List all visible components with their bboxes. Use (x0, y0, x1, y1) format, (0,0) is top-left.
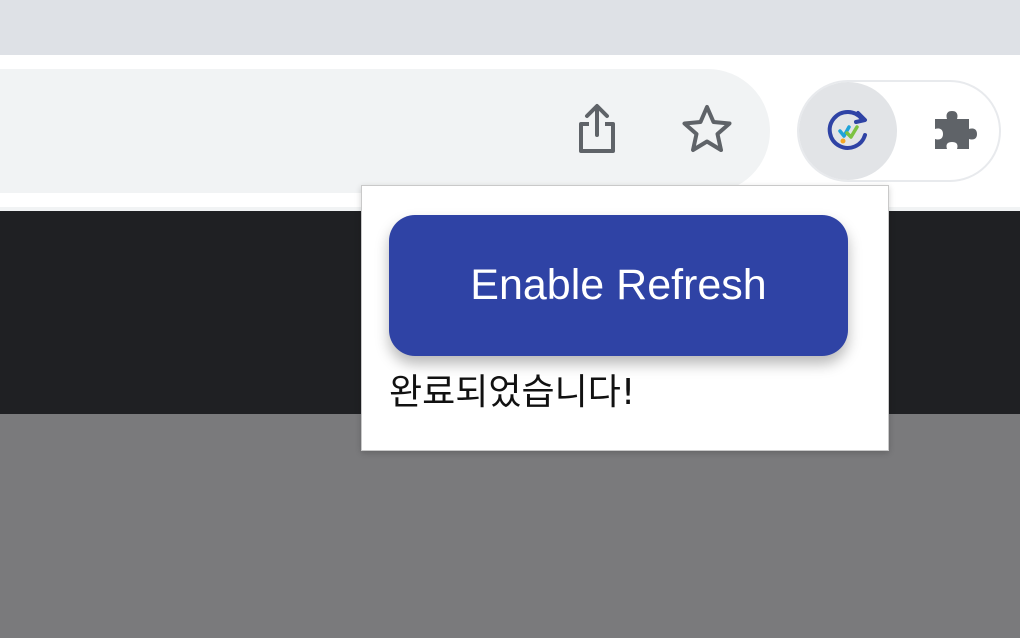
tab-strip (0, 0, 1020, 55)
extensions-menu-button[interactable] (925, 101, 985, 161)
address-bar[interactable] (0, 69, 770, 193)
star-icon (681, 104, 733, 159)
bookmark-star-button[interactable] (677, 101, 737, 161)
status-message: 완료되었습니다! (389, 372, 636, 413)
enable-refresh-button[interactable]: Enable Refresh (389, 215, 848, 356)
auto-refresh-extension-icon (824, 105, 872, 158)
auto-refresh-extension-button[interactable] (799, 82, 897, 180)
browser-window: Enable Refresh 완료되었습니다! (0, 0, 1020, 638)
share-icon (575, 103, 619, 160)
share-button[interactable] (567, 101, 627, 161)
extension-popup: Enable Refresh 완료되었습니다! (361, 185, 889, 451)
puzzle-icon (929, 103, 981, 160)
